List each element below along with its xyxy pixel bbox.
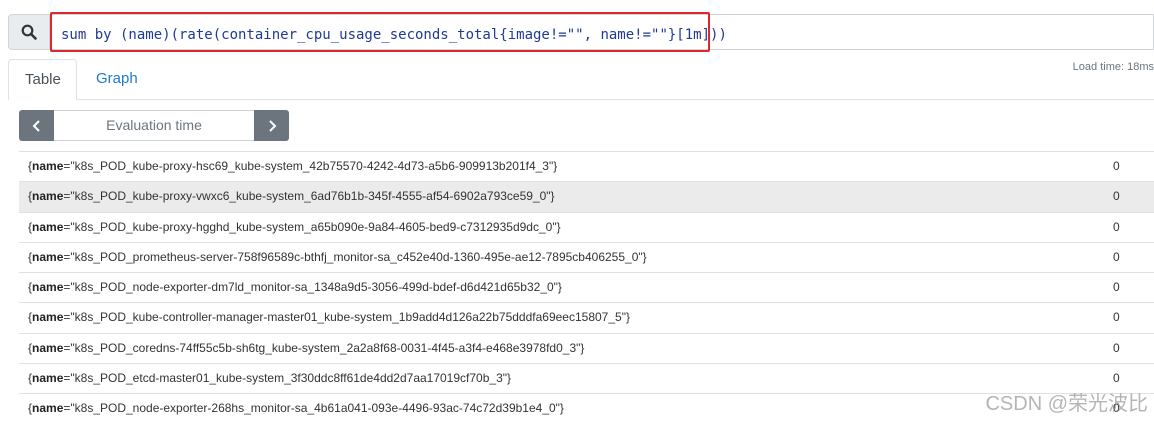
label-value: k8s_POD_kube-proxy-hsc69_kube-system_42b… (74, 159, 549, 173)
label-value: k8s_POD_kube-proxy-hgghd_kube-system_a65… (74, 219, 553, 234)
label-value: k8s_POD_kube-controller-manager-master01… (74, 310, 622, 325)
prometheus-page: sum by (name)(rate(container_cpu_usage_s… (0, 0, 1154, 421)
series-value: 0 (1113, 310, 1120, 325)
series-label: {name="k8s_POD_etcd-master01_kube-system… (28, 371, 512, 386)
expression-input[interactable]: sum by (name)(rate(container_cpu_usage_s… (50, 12, 1154, 52)
table-row: {name="k8s_POD_kube-proxy-hsc69_kube-sys… (19, 152, 1154, 183)
label-key: name (32, 371, 64, 386)
table-row: {name="k8s_POD_kube-proxy-hgghd_kube-sys… (19, 213, 1154, 243)
table-row: {name="k8s_POD_kube-controller-manager-m… (19, 303, 1154, 334)
label-value: k8s_POD_node-exporter-268hs_monitor-sa_4… (74, 401, 556, 416)
label-key: name (32, 310, 64, 325)
eval-next-button[interactable] (254, 110, 289, 141)
table-row: {name="k8s_POD_etcd-master01_kube-system… (19, 364, 1154, 395)
label-value: k8s_POD_etcd-master01_kube-system_3f30dd… (74, 371, 503, 386)
label-value: k8s_POD_coredns-74ff55c5b-sh6tg_kube-sys… (74, 340, 577, 355)
table-row: {name="k8s_POD_node-exporter-268hs_monit… (19, 394, 1154, 421)
label-value: k8s_POD_prometheus-server-758f96589c-bth… (74, 249, 639, 264)
table-row: {name="k8s_POD_node-exporter-dm7ld_monit… (19, 273, 1154, 304)
series-value: 0 (1113, 189, 1120, 204)
search-icon (21, 24, 37, 40)
table-row: {name="k8s_POD_kube-proxy-vwxc6_kube-sys… (19, 182, 1154, 213)
label-key: name (32, 219, 64, 234)
series-label: {name="k8s_POD_kube-proxy-hgghd_kube-sys… (28, 219, 561, 234)
tab-table[interactable]: Table (8, 59, 77, 100)
series-value: 0 (1113, 280, 1120, 295)
series-label: {name="k8s_POD_kube-proxy-vwxc6_kube-sys… (28, 189, 555, 204)
label-key: name (32, 340, 64, 355)
series-value: 0 (1113, 219, 1120, 234)
results-table: {name="k8s_POD_kube-proxy-hsc69_kube-sys… (19, 151, 1154, 421)
eval-prev-button[interactable] (19, 110, 54, 141)
expression-text: sum by (name)(rate(container_cpu_usage_s… (61, 27, 727, 43)
chevron-right-icon (268, 119, 276, 132)
series-value: 0 (1113, 249, 1120, 264)
label-key: name (32, 249, 64, 264)
result-tabs: Table Graph (8, 59, 1154, 100)
search-button[interactable] (8, 14, 50, 50)
label-key: name (32, 401, 64, 416)
series-label: {name="k8s_POD_coredns-74ff55c5b-sh6tg_k… (28, 340, 585, 355)
series-label: {name="k8s_POD_node-exporter-268hs_monit… (28, 401, 564, 416)
label-key: name (32, 159, 64, 173)
watermark: CSDN @荣光波比 (985, 393, 1148, 415)
table-row: {name="k8s_POD_coredns-74ff55c5b-sh6tg_k… (19, 334, 1154, 365)
evaluation-time-input[interactable]: Evaluation time (54, 110, 254, 141)
load-time: Load time: 18ms (1072, 61, 1154, 73)
table-row: {name="k8s_POD_prometheus-server-758f965… (19, 243, 1154, 274)
series-value: 0 (1113, 340, 1120, 355)
label-key: name (32, 280, 64, 295)
series-label: {name="k8s_POD_prometheus-server-758f965… (28, 249, 647, 264)
series-label: {name="k8s_POD_kube-proxy-hsc69_kube-sys… (28, 159, 558, 173)
chevron-left-icon (32, 119, 40, 132)
label-value: k8s_POD_node-exporter-dm7ld_monitor-sa_1… (74, 280, 554, 295)
series-label: {name="k8s_POD_kube-controller-manager-m… (28, 310, 630, 325)
tab-graph[interactable]: Graph (80, 59, 154, 100)
label-value: k8s_POD_kube-proxy-vwxc6_kube-system_6ad… (74, 189, 547, 204)
series-value: 0 (1113, 159, 1120, 173)
series-label: {name="k8s_POD_node-exporter-dm7ld_monit… (28, 280, 562, 295)
query-bar: sum by (name)(rate(container_cpu_usage_s… (8, 9, 1154, 53)
label-key: name (32, 189, 64, 204)
